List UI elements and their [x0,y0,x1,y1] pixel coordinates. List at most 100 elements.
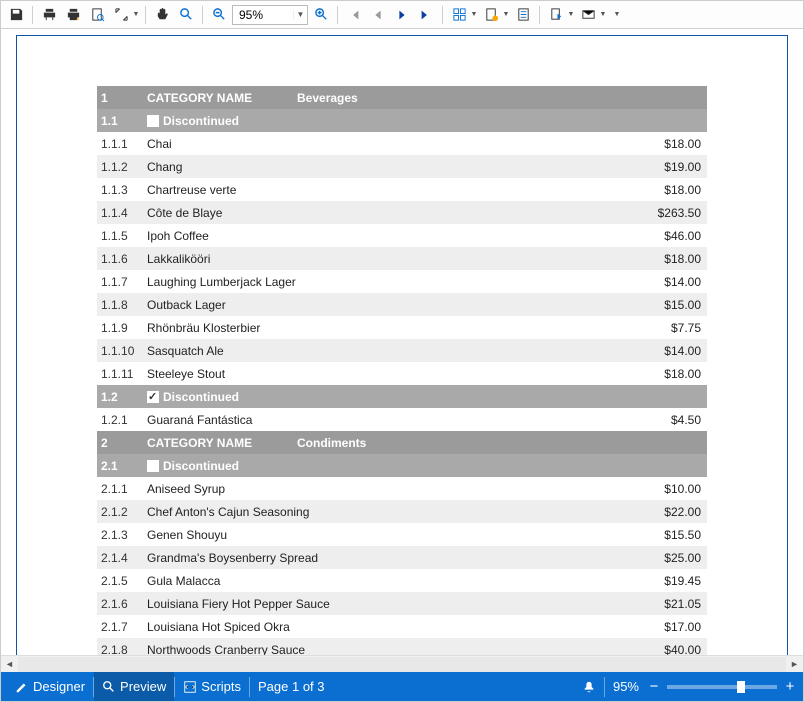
preview-scroll[interactable]: 1 CATEGORY NAMEBeverages 1.1 Discontinue… [1,29,803,655]
toolbar-separator [202,6,203,24]
data-row: 2.1.1 Aniseed Syrup $10.00 [97,477,707,500]
product-name: Chef Anton's Cajun Seasoning [147,505,637,519]
discontinued-label: Discontinued [163,390,239,404]
quick-print-button[interactable] [62,4,84,26]
product-name: Aniseed Syrup [147,482,637,496]
scripts-icon [183,680,197,694]
row-number: 2.1.8 [97,643,147,656]
row-number: 1.1.7 [97,275,147,289]
scroll-track[interactable] [18,657,786,672]
hand-tool-button[interactable] [151,4,173,26]
data-row: 2.1.5 Gula Malacca $19.45 [97,569,707,592]
export-dropdown[interactable]: ▼ [567,4,575,26]
scripts-tab[interactable]: Scripts [175,672,249,701]
bell-icon[interactable] [582,680,596,694]
preview-tab[interactable]: Preview [94,672,174,701]
first-page-button[interactable] [343,4,365,26]
data-row: 1.1.2 Chang $19.00 [97,155,707,178]
extra-dropdown[interactable]: ▼ [613,4,621,26]
scale-dropdown[interactable]: ▼ [132,4,140,26]
scale-button[interactable] [110,4,132,26]
zoom-slider-thumb[interactable] [737,681,745,693]
data-row: 1.1.1 Chai $18.00 [97,132,707,155]
toolbar-separator [442,6,443,24]
discontinued-label: Discontinued [163,459,239,473]
product-name: Steeleye Stout [147,367,637,381]
zoom-dropdown[interactable]: ▼ [293,10,307,19]
zoom-out-button[interactable] [208,4,230,26]
data-row: 2.1.6 Louisiana Fiery Hot Pepper Sauce $… [97,592,707,615]
row-number: 2.1.7 [97,620,147,634]
save-button[interactable] [5,4,27,26]
scroll-left-arrow[interactable]: ◄ [1,656,18,673]
product-name: Genen Shouyu [147,528,637,542]
zoom-slider[interactable] [667,685,777,689]
product-price: $4.50 [637,413,707,427]
discontinued-label: Discontinued [163,114,239,128]
category-value: Beverages [297,91,358,105]
row-number: 1.1.11 [97,367,147,381]
watermark-button[interactable] [512,4,534,26]
data-row: 1.1.3 Chartreuse verte $18.00 [97,178,707,201]
print-button[interactable] [38,4,60,26]
data-row: 2.1.2 Chef Anton's Cajun Seasoning $22.0… [97,500,707,523]
category-header: 2 CATEGORY NAMECondiments [97,431,707,454]
preview-label: Preview [120,679,166,694]
product-name: Outback Lager [147,298,637,312]
discontinued-checkbox [147,391,159,403]
product-price: $22.00 [637,505,707,519]
page-setup-button[interactable] [86,4,108,26]
row-number: 2.1.3 [97,528,147,542]
discontinued-header: 2.1 Discontinued [97,454,707,477]
row-number: 1.1.1 [97,137,147,151]
product-price: $21.05 [637,597,707,611]
row-number: 2.1.6 [97,597,147,611]
row-number: 2 [97,436,147,450]
product-price: $14.00 [637,344,707,358]
product-name: Sasquatch Ale [147,344,637,358]
data-row: 1.1.10 Sasquatch Ale $14.00 [97,339,707,362]
email-button[interactable] [577,4,599,26]
next-page-button[interactable] [391,4,413,26]
zoom-combo[interactable]: ▼ [232,5,308,25]
toolbar-separator [145,6,146,24]
scripts-label: Scripts [201,679,241,694]
multipage-button[interactable] [448,4,470,26]
category-header: 1 CATEGORY NAMEBeverages [97,86,707,109]
product-name: Rhönbräu Klosterbier [147,321,637,335]
row-number: 1.1.2 [97,160,147,174]
row-number: 1.1.3 [97,183,147,197]
data-row: 1.1.11 Steeleye Stout $18.00 [97,362,707,385]
page-color-dropdown[interactable]: ▼ [502,4,510,26]
zoom-minus-button[interactable]: − [647,678,661,695]
product-name: Louisiana Fiery Hot Pepper Sauce [147,597,637,611]
magnifier-button[interactable] [175,4,197,26]
discontinued-header: 1.2 Discontinued [97,385,707,408]
product-name: Laughing Lumberjack Lager [147,275,637,289]
designer-tab[interactable]: Designer [7,672,93,701]
scroll-right-arrow[interactable]: ► [786,656,803,673]
product-name: Ipoh Coffee [147,229,637,243]
row-number: 2.1.1 [97,482,147,496]
multipage-dropdown[interactable]: ▼ [470,4,478,26]
data-row: 1.1.9 Rhönbräu Klosterbier $7.75 [97,316,707,339]
discontinued-checkbox [147,460,159,472]
product-name: Grandma's Boysenberry Spread [147,551,637,565]
product-name: Louisiana Hot Spiced Okra [147,620,637,634]
row-number: 2.1.2 [97,505,147,519]
horizontal-scrollbar[interactable]: ◄ ► [1,655,803,672]
email-dropdown[interactable]: ▼ [599,4,607,26]
page-color-button[interactable] [480,4,502,26]
export-button[interactable] [545,4,567,26]
data-row: 1.1.5 Ipoh Coffee $46.00 [97,224,707,247]
last-page-button[interactable] [415,4,437,26]
discontinued-checkbox [147,115,159,127]
zoom-plus-button[interactable]: + [783,678,797,695]
zoom-input[interactable] [233,8,293,22]
toolbar-separator [32,6,33,24]
zoom-in-button[interactable] [310,4,332,26]
product-name: Chartreuse verte [147,183,637,197]
page-info: Page 1 of 3 [250,672,333,701]
preview-icon [102,680,116,694]
prev-page-button[interactable] [367,4,389,26]
